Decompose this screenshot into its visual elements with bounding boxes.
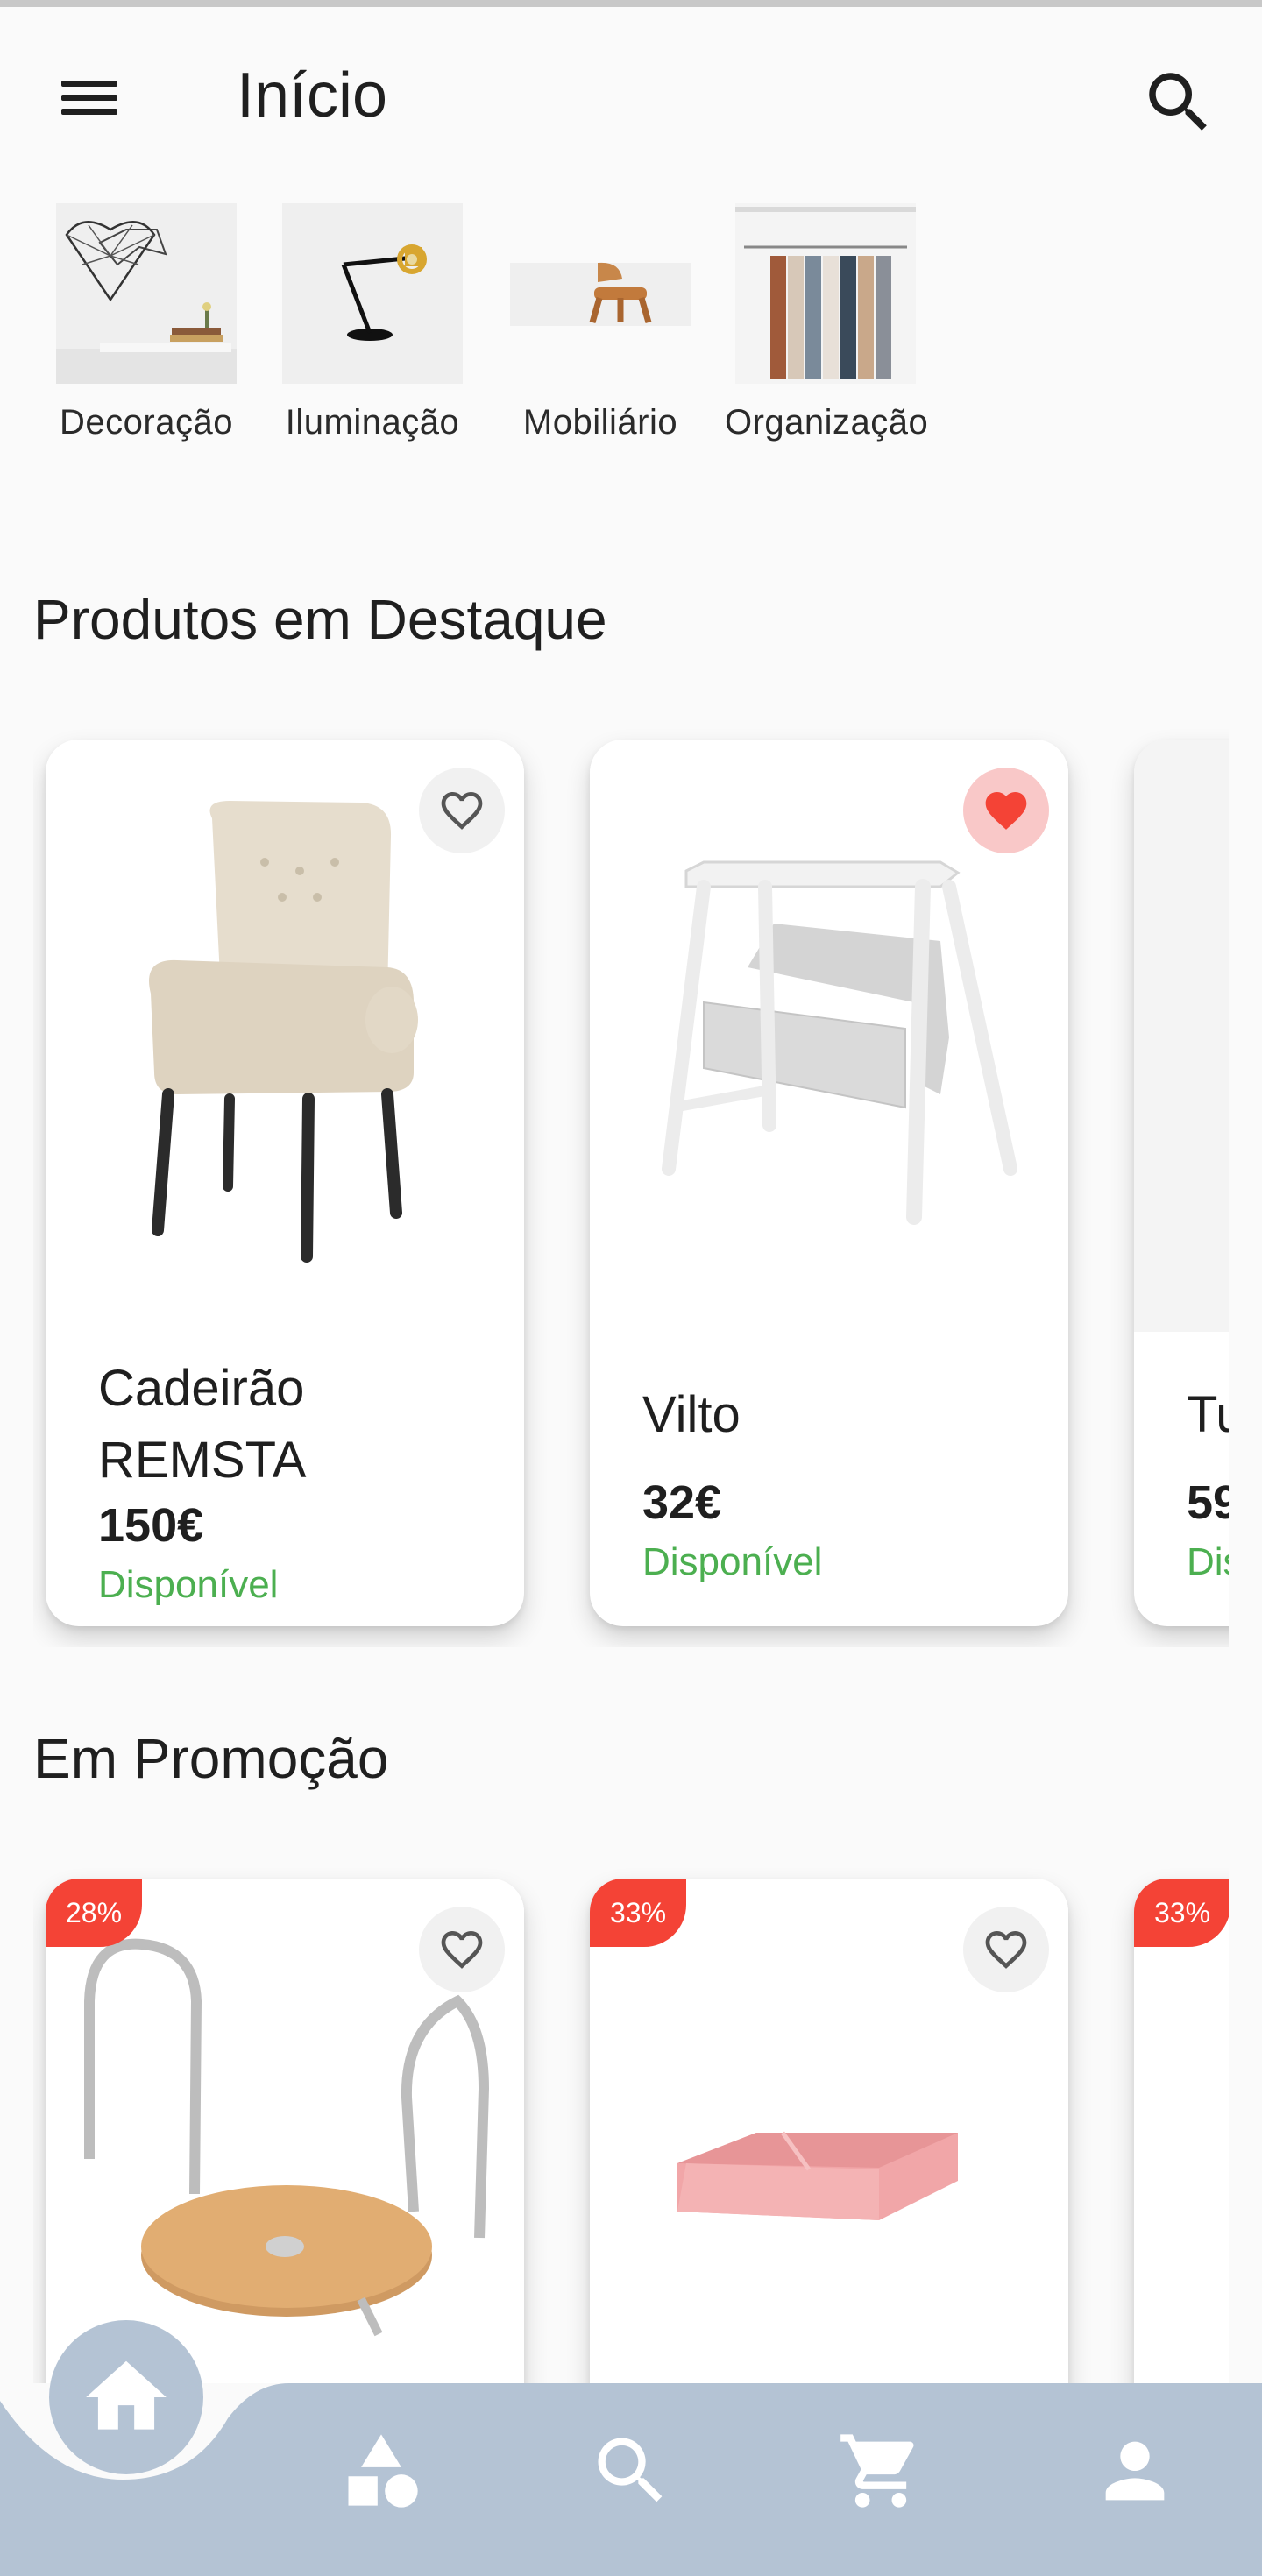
menu-button[interactable]	[58, 70, 123, 123]
section-title-featured: Produtos em Destaque	[33, 588, 607, 651]
category-organizacao[interactable]: Organização	[725, 203, 929, 442]
clothes-rack-image	[735, 203, 916, 384]
promotion-product-list: 28% 33% 33%	[33, 1858, 1229, 2383]
product-card[interactable]: 28%	[46, 1879, 524, 2383]
search-icon	[598, 2438, 663, 2502]
product-price: 32€	[642, 1476, 722, 1529]
heart-outline-icon	[441, 1931, 483, 1969]
home-icon	[86, 2360, 167, 2430]
search-icon	[1149, 73, 1207, 131]
product-name: Tu	[1187, 1386, 1229, 1443]
favorite-button[interactable]	[419, 1907, 505, 1992]
featured-product-list: Cadeirão REMSTA 150€ Disponível Vilto 32…	[33, 718, 1229, 1647]
category-list: Decoração Iluminação Mobiliário Organiza…	[0, 203, 1262, 466]
menu-icon-bar	[61, 95, 117, 101]
status-line	[0, 0, 1262, 7]
search-button[interactable]	[1139, 63, 1218, 142]
heart-wireframe-image	[56, 203, 237, 384]
category-decoracao[interactable]: Decoração	[46, 203, 247, 442]
product-card[interactable]: 33%	[590, 1879, 1068, 2383]
product-card[interactable]: Tu 59 Dis	[1134, 740, 1229, 1626]
partial-product-image	[1134, 1879, 1229, 2383]
favorite-button[interactable]	[963, 1907, 1049, 1992]
menu-icon-bar	[61, 81, 117, 87]
desk-lamp-image	[282, 203, 463, 384]
page-title: Início	[237, 60, 388, 131]
nav-cart[interactable]	[811, 2383, 951, 2558]
heart-outline-icon	[441, 792, 483, 830]
heart-filled-icon	[985, 792, 1027, 830]
heart-outline-icon	[985, 1931, 1027, 1969]
product-card[interactable]: 33%	[1134, 1879, 1229, 2383]
category-label: Mobiliário	[522, 403, 678, 442]
app-bar: Início	[0, 7, 1262, 182]
favorite-button[interactable]	[963, 768, 1049, 853]
category-iluminacao[interactable]: Iluminação	[272, 203, 473, 442]
product-price: 59	[1187, 1476, 1229, 1529]
product-availability: Disponível	[642, 1540, 823, 1583]
product-name: Cadeirão REMSTA	[98, 1360, 307, 1489]
product-price: 150€	[98, 1499, 204, 1552]
nav-account[interactable]	[1065, 2383, 1205, 2558]
category-label: Iluminação	[285, 403, 460, 442]
favorite-button[interactable]	[419, 768, 505, 853]
cart-icon	[840, 2434, 914, 2508]
product-card[interactable]: Cadeirão REMSTA 150€ Disponível	[46, 740, 524, 1626]
product-card[interactable]: Vilto 32€ Disponível	[590, 740, 1068, 1626]
menu-icon-bar	[61, 109, 117, 115]
section-title-promotions: Em Promoção	[33, 1727, 389, 1790]
categories-icon	[348, 2434, 418, 2508]
product-availability: Disponível	[98, 1563, 279, 1606]
product-name: Vilto	[642, 1386, 741, 1443]
category-label: Organização	[725, 403, 929, 442]
wooden-chair-image	[510, 203, 691, 384]
account-icon	[1105, 2441, 1165, 2501]
product-availability: Dis	[1187, 1540, 1229, 1583]
category-label: Decoração	[60, 403, 233, 442]
nav-categories[interactable]	[311, 2383, 451, 2558]
nav-search[interactable]	[561, 2383, 701, 2558]
discount-badge: 33%	[1134, 1879, 1229, 1947]
partial-product-image	[1134, 740, 1229, 1332]
category-mobiliario[interactable]: Mobiliário	[500, 203, 701, 442]
nav-home[interactable]	[49, 2320, 203, 2474]
